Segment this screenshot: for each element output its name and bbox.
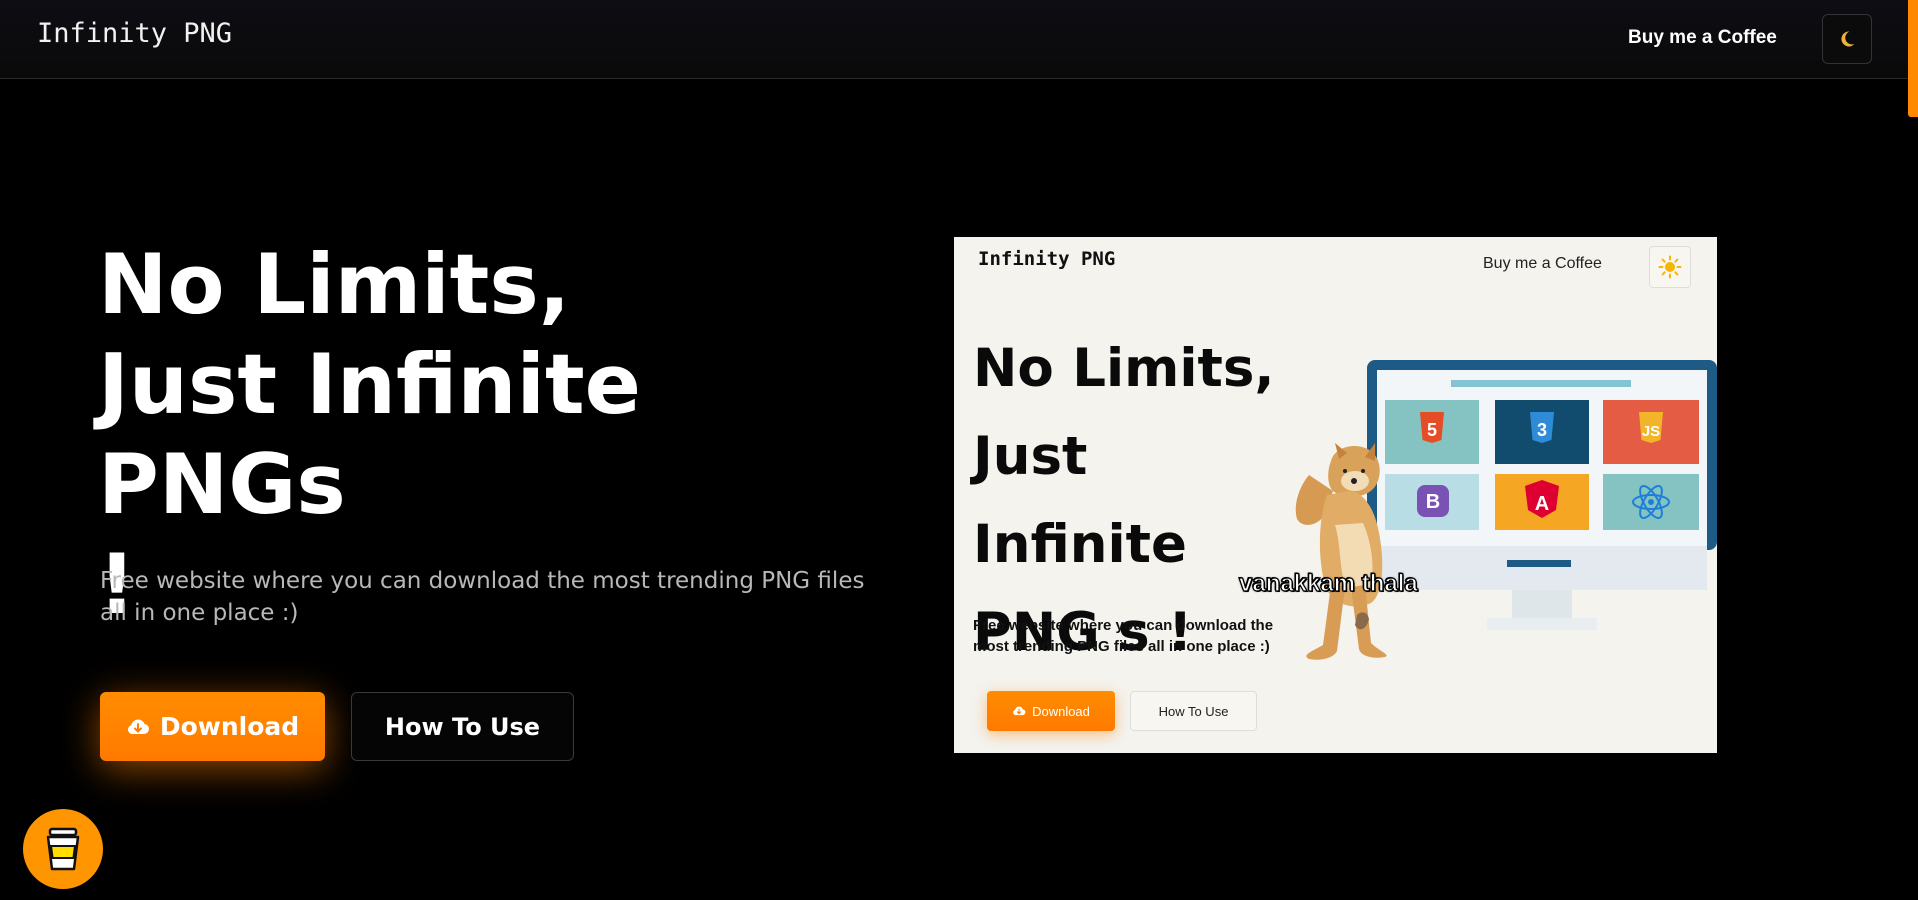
coffee-cup-icon [46,827,80,871]
site-logo[interactable]: Infinity PNG [37,18,232,49]
angular-tile: A [1495,474,1589,530]
top-navbar: Infinity PNG Buy me a Coffee [0,0,1918,79]
hero-title-line1: No Limits, [98,236,571,333]
svg-text:JS: JS [1642,423,1660,440]
preview-download-label: Download [1032,703,1090,719]
cloud-download-icon [127,719,149,734]
preview-download-button: Download [987,691,1115,731]
svg-text:A: A [1535,493,1549,515]
preview-logo: Infinity PNG [978,248,1116,270]
cloud-download-icon [1013,706,1026,716]
preview-title-line1: No Limits, [973,338,1275,399]
preview-subtitle: Free website where you can download the … [973,617,1274,655]
moon-icon [1841,31,1855,47]
sun-icon [1658,255,1682,279]
preview-how-to-use-label: How To Use [1158,703,1229,719]
download-button-label: Download [159,712,300,741]
theme-toggle-button[interactable] [1822,14,1872,64]
buy-coffee-floating-button[interactable] [23,809,103,889]
preview-coffee-link: Buy me a Coffee [1483,255,1602,272]
react-tile [1603,474,1699,530]
download-button[interactable]: Download [100,692,325,761]
buy-me-a-coffee-link[interactable]: Buy me a Coffee [1628,27,1777,49]
css3-tile: 3 [1495,400,1589,464]
page-scrollbar-thumb[interactable] [1908,0,1918,117]
how-to-use-button[interactable]: How To Use [351,692,574,761]
svg-text:3: 3 [1537,420,1547,440]
preview-how-to-use-button: How To Use [1130,691,1257,731]
js-tile: JS [1603,400,1699,464]
hero-title-line2: Just Infinite PNGs [98,336,641,533]
hero-preview-image: Infinity PNG Buy me a Coffee 5 3 JS B A … [954,237,1717,753]
preview-theme-toggle [1649,246,1691,288]
preview-title-line2: Just Infinite [973,426,1187,575]
how-to-use-label: How To Use [384,712,541,741]
hero-subtitle: Free website where you can download the … [100,568,865,626]
